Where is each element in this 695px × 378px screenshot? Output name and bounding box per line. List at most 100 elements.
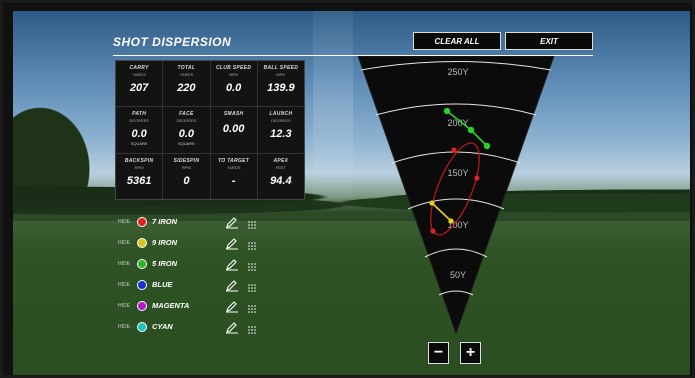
stat-label: BALL SPEED	[263, 65, 299, 71]
stat-label: APEX	[273, 157, 289, 164]
stat-label: SIDESPIN	[173, 157, 200, 164]
background-light-streak	[313, 11, 353, 211]
stat-label: CARRY	[129, 65, 149, 71]
club-name: 5 IRON	[152, 259, 178, 268]
hide-toggle[interactable]: HIDE	[118, 261, 137, 267]
club-name: 7 IRON	[152, 217, 178, 226]
stat-cell: FACE DEGREES 0.0 SQUARE	[163, 107, 210, 153]
zoom-out-button[interactable]: −	[428, 342, 449, 364]
club-color-dot	[137, 258, 147, 269]
stat-unit: DEGREES	[176, 118, 197, 124]
stat-label: FACE	[179, 111, 194, 118]
stat-unit: MPH	[229, 72, 239, 77]
pencil-icon[interactable]	[225, 258, 239, 270]
stat-unit: FEET	[275, 164, 286, 170]
stat-cell: SIDESPIN RPM 0	[163, 153, 210, 199]
stat-unit: RPM	[181, 164, 191, 170]
dots-grid-icon[interactable]	[247, 280, 257, 292]
stat-value: 12.3	[270, 128, 292, 141]
stat-label: CLUB SPEED	[216, 65, 252, 71]
club-list: HIDE 7 IRON HIDE 9 IRON HIDE 5 IRON HIDE BLUE HI…	[118, 211, 278, 337]
stat-value: 0	[183, 174, 190, 187]
hide-toggle[interactable]: HIDE	[118, 324, 137, 330]
7-iron-shot	[474, 175, 480, 181]
stat-value: 0.0	[225, 82, 242, 94]
club-name: 9 IRON	[152, 238, 178, 247]
dots-grid-icon[interactable]	[247, 259, 257, 271]
stat-unit: YARDS	[226, 164, 241, 170]
stat-cell: CLUB SPEED MPH 0.0	[210, 61, 257, 107]
stat-unit: YARDS	[132, 72, 146, 77]
pencil-icon[interactable]	[225, 279, 239, 291]
app-frame: SHOT DISPERSION CLEAR ALL EXIT CARRY YARD…	[0, 0, 695, 378]
stat-cell: BALL SPEED MPH 139.9	[257, 61, 304, 107]
stat-cell: SMASH 0.00	[210, 107, 257, 153]
stat-unit: RPM	[134, 164, 144, 170]
stat-unit: YARDS	[179, 72, 194, 77]
dots-grid-icon[interactable]	[247, 322, 257, 334]
7-iron-shot	[451, 147, 457, 153]
stat-value: 0.0	[178, 128, 195, 141]
stat-cell: TO TARGET YARDS -	[210, 153, 257, 199]
9-iron-shot	[448, 218, 454, 224]
stat-value: -	[231, 174, 236, 187]
stat-value: 207	[129, 82, 149, 94]
stat-value: 94.4	[270, 174, 292, 187]
stat-value: 220	[177, 82, 196, 94]
stat-label: PATH	[132, 111, 147, 118]
stat-value: 0.00	[222, 123, 245, 136]
stat-cell: LAUNCH DEGREES 12.3	[257, 107, 304, 153]
club-color-dot	[137, 300, 147, 311]
club-color-dot	[137, 279, 147, 290]
exit-button[interactable]: EXIT	[505, 32, 593, 50]
club-color-dot	[137, 237, 147, 248]
club-row: HIDE MAGENTA	[118, 295, 278, 316]
pencil-icon[interactable]	[225, 237, 239, 249]
page-title: SHOT DISPERSION	[113, 35, 232, 49]
club-row: HIDE 5 IRON	[118, 253, 278, 274]
stat-cell: APEX FEET 94.4	[257, 153, 304, 199]
club-row: HIDE CYAN	[118, 316, 278, 337]
5-iron-shot	[443, 107, 451, 115]
hide-toggle[interactable]: HIDE	[118, 219, 137, 225]
pencil-icon[interactable]	[225, 321, 239, 333]
9-iron-shot	[429, 200, 435, 206]
zoom-in-button[interactable]: +	[460, 342, 481, 364]
dots-grid-icon[interactable]	[247, 238, 257, 250]
distance-label-250: 250Y	[447, 67, 468, 77]
club-row: HIDE BLUE	[118, 274, 278, 295]
club-name: MAGENTA	[152, 301, 190, 310]
stat-label: SMASH	[223, 111, 244, 118]
stat-cell: TOTAL YARDS 220	[163, 61, 210, 107]
clear-all-button[interactable]: CLEAR ALL	[413, 32, 501, 50]
5-iron-shot	[467, 126, 475, 134]
stat-unit: DEGREES	[271, 118, 291, 124]
club-color-dot	[137, 321, 147, 332]
dots-grid-icon[interactable]	[247, 217, 257, 229]
stat-unit: MPH	[276, 72, 286, 77]
hide-toggle[interactable]: HIDE	[118, 282, 137, 288]
hide-toggle[interactable]: HIDE	[118, 303, 137, 309]
pencil-icon[interactable]	[225, 300, 239, 312]
club-row: HIDE 7 IRON	[118, 211, 278, 232]
stat-sub: SQUARE	[130, 141, 148, 147]
stat-label: TO TARGET	[218, 157, 250, 164]
hide-toggle[interactable]: HIDE	[118, 240, 137, 246]
stat-cell: PATH DEGREES 0.0 SQUARE	[116, 107, 163, 153]
club-name: BLUE	[152, 280, 173, 289]
stat-label: TOTAL	[177, 65, 196, 71]
shot-stats-table: CARRY YARDS 207 TOTAL YARDS 220 CLUB SPEED MPH 0…	[115, 60, 305, 200]
stat-label: LAUNCH	[269, 111, 293, 118]
stat-value: 0.0	[131, 128, 147, 141]
pencil-icon[interactable]	[225, 216, 239, 228]
dispersion-cone: 250Y 200Y 150Y 100Y 50Y	[358, 56, 554, 334]
dots-grid-icon[interactable]	[247, 301, 257, 313]
stat-label: BACKSPIN	[124, 157, 154, 164]
distance-label-150: 150Y	[447, 168, 468, 178]
stat-cell: CARRY YARDS 207	[116, 61, 163, 107]
5-iron-shot	[483, 142, 491, 150]
distance-label-50: 50Y	[450, 270, 466, 280]
stat-unit: DEGREES	[129, 118, 149, 124]
stat-value: 139.9	[267, 82, 295, 94]
stat-cell: BACKSPIN RPM 5361	[116, 153, 163, 199]
